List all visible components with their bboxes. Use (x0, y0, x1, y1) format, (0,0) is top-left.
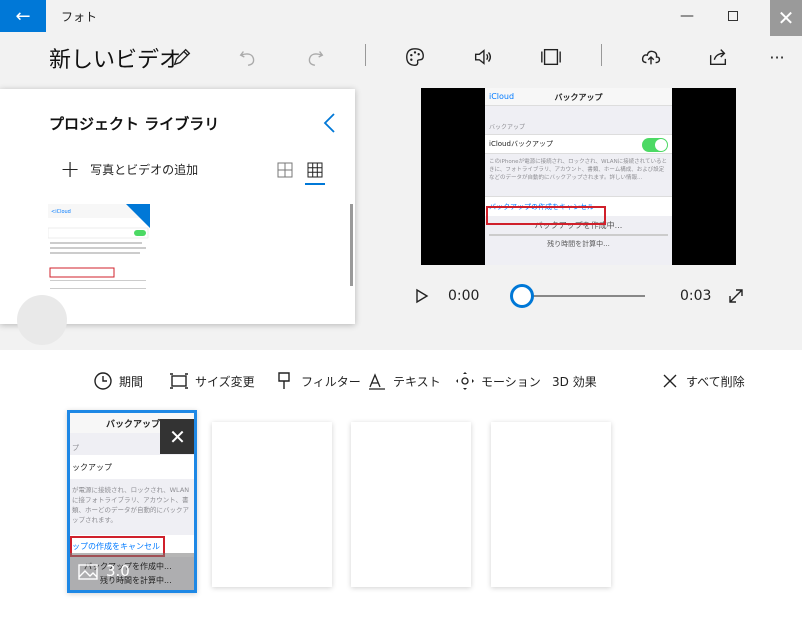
filter-label: フィルター (301, 374, 361, 389)
large-grid-view-icon[interactable] (277, 162, 293, 178)
add-media-label: 写真とビデオの追加 (90, 162, 199, 177)
more-button[interactable]: ··· (764, 44, 790, 70)
library-title: プロジェクト ライブラリ (49, 115, 220, 133)
app-title: フォト (61, 10, 98, 24)
remove-all-label: すべて削除 (686, 374, 745, 389)
ios-toggle-row: iCloudバックアップ (485, 134, 672, 154)
resize-icon (170, 373, 188, 389)
undo-button[interactable] (235, 44, 261, 70)
paint-brush-icon (278, 372, 290, 389)
scroll-back-button[interactable] (17, 295, 67, 345)
remove-all-button[interactable]: すべて削除 (660, 370, 745, 392)
library-media-thumbnail[interactable]: <iCloud (48, 204, 150, 296)
card-duration: 3.0 (106, 562, 130, 580)
share-button[interactable] (705, 44, 731, 70)
current-time: 0:00 (448, 288, 480, 304)
3d-effects-label: 3D 効果 (552, 374, 597, 389)
pencil-icon (173, 48, 191, 66)
red-highlight-box (486, 206, 606, 225)
project-title: 新しいビデオ (49, 48, 182, 73)
card-row: ックアップ (70, 455, 194, 479)
title-bar: ← フォト — ✕ (0, 0, 802, 36)
upload-button[interactable] (638, 44, 664, 70)
preview-frame: iCloud バックアップ バックアップ iCloudバックアップ このiPho… (485, 88, 672, 265)
ios-progress-bar (489, 234, 668, 236)
motion-icon (456, 372, 474, 390)
theme-button[interactable] (402, 44, 428, 70)
small-grid-view-icon[interactable] (307, 162, 323, 178)
more-icon: ··· (769, 47, 785, 67)
aspect-ratio-icon (541, 48, 561, 66)
back-button[interactable]: ← (0, 0, 46, 32)
duration-button[interactable]: 期間 (93, 370, 143, 392)
ios-nav-title: バックアップ (554, 93, 603, 102)
play-icon[interactable] (415, 288, 429, 304)
video-preview: iCloud バックアップ バックアップ iCloudバックアップ このiPho… (421, 88, 736, 265)
redo-button[interactable] (302, 44, 328, 70)
3d-effects-button[interactable]: 3D 効果 (552, 370, 597, 392)
share-icon (709, 49, 727, 66)
motion-label: モーション (481, 374, 541, 389)
add-media-button[interactable]: + 写真とビデオの追加 (60, 155, 199, 183)
close-icon: ✕ (777, 6, 795, 30)
minimize-icon: — (680, 8, 694, 24)
back-arrow-icon: ← (15, 5, 31, 27)
seek-thumb[interactable] (510, 284, 534, 308)
storyboard-panel: 期間 サイズ変更 フィルター テキスト モーション 3D 効果 すべて削除 バッ… (0, 350, 802, 633)
screenshot-thumbnail-image: <iCloud (48, 204, 150, 296)
fullscreen-icon[interactable] (728, 288, 744, 304)
active-view-indicator (305, 183, 325, 185)
speaker-icon (474, 49, 492, 65)
ios-description: このiPhoneが電源に接続され、ロックされ、WLANに接続されているときに、フ… (489, 159, 668, 181)
storyboard-card-empty[interactable] (351, 422, 471, 587)
palette-icon (406, 48, 424, 66)
storyboard-card-empty[interactable] (212, 422, 332, 587)
toolbar-separator (601, 44, 602, 66)
motion-button[interactable]: モーション (455, 370, 541, 392)
storyboard-card-empty[interactable] (491, 422, 611, 587)
cloud-upload-icon (641, 50, 661, 65)
text-button[interactable]: テキスト (367, 370, 441, 392)
text-label: テキスト (393, 374, 441, 389)
library-scrollbar[interactable] (350, 204, 353, 286)
duration-label: 期間 (119, 374, 144, 389)
seek-bar[interactable] (522, 295, 645, 297)
audio-button[interactable] (470, 44, 496, 70)
storyboard-card-selected[interactable]: バックアップ プ ックアップ が電源に接続され、ロックされ、WLANに接フォトラ… (67, 410, 197, 593)
resize-label: サイズ変更 (195, 374, 255, 389)
close-icon: ✕ (169, 424, 186, 449)
ios-toggle-label: iCloudバックアップ (489, 140, 553, 148)
rename-button[interactable] (169, 44, 195, 70)
project-library-panel: プロジェクト ライブラリ + 写真とビデオの追加 <iCloud (0, 89, 355, 345)
svg-text:<iCloud: <iCloud (51, 209, 71, 215)
undo-icon (239, 51, 255, 66)
maximize-icon (728, 11, 738, 21)
ios-toggle-switch (642, 138, 668, 152)
card-description: が電源に接続され、ロックされ、WLANに接フォトライブラリ、アカウント、書類、ホ… (72, 486, 190, 524)
maximize-button[interactable] (710, 0, 756, 32)
close-icon (663, 374, 677, 388)
ios-remaining-label: 残り時間を計算中... (547, 240, 610, 248)
close-window-button[interactable]: ✕ (770, 0, 802, 36)
remove-card-button[interactable]: ✕ (160, 419, 194, 454)
toolbar-separator (365, 44, 366, 66)
aspect-ratio-button[interactable] (538, 44, 564, 70)
text-icon (369, 373, 385, 390)
resize-button[interactable]: サイズ変更 (169, 370, 255, 392)
ios-nav-bar: iCloud バックアップ (485, 88, 672, 106)
clock-icon (94, 372, 112, 390)
redo-icon (308, 51, 324, 66)
add-icon: + (60, 155, 81, 183)
total-time: 0:03 (680, 288, 712, 304)
filter-button[interactable]: フィルター (275, 370, 361, 392)
image-icon (78, 564, 98, 580)
minimize-button[interactable]: — (664, 0, 710, 32)
ios-section-header: バックアップ (489, 124, 526, 131)
collapse-panel-icon[interactable] (320, 111, 340, 135)
